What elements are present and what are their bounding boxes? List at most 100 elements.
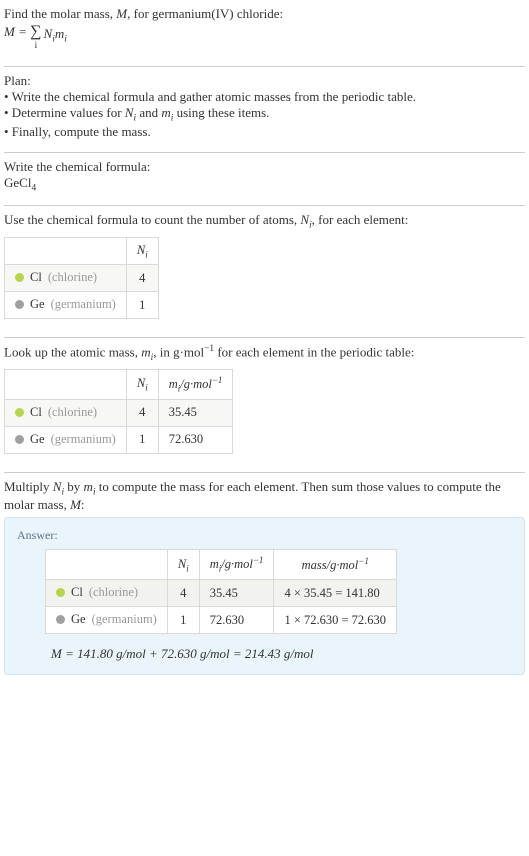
th-N: N — [178, 557, 186, 571]
mass-table: Ni mi/g·mol−1 Cl (chlorine) 4 35.45 Ge (… — [4, 369, 233, 454]
element-color-icon — [15, 408, 24, 417]
sigma-sub: i — [35, 41, 38, 50]
th-m: m — [210, 558, 219, 572]
formula-eq: = — [15, 24, 30, 39]
table-row: Ge (germanium) 1 — [5, 292, 159, 319]
formula-m-sub: i — [64, 35, 67, 45]
mass-text: Look up the atomic mass, mi, in g·mol−1 … — [4, 344, 525, 363]
count-value: 4 — [126, 265, 158, 292]
ans-m-value: 35.45 — [199, 580, 274, 607]
element-cell: Cl (chlorine) — [5, 265, 127, 292]
element-symbol: Ge — [30, 297, 45, 312]
final-eq: = 141.80 g/mol + 72.630 g/mol = 214.43 g… — [62, 646, 314, 661]
th-mass-exp: −1 — [358, 556, 369, 566]
chem-formula-base: GeCl — [4, 175, 31, 190]
mass-post: for each element in the periodic table: — [214, 345, 414, 360]
th-N-sub: i — [145, 383, 148, 393]
element-cell: Ge (germanium) — [5, 426, 127, 453]
sigma-icon: ∑ — [30, 24, 41, 40]
mass-m-value: 35.45 — [158, 399, 233, 426]
chemical-formula: GeCl4 — [4, 175, 525, 194]
count-th-empty — [5, 237, 127, 265]
formula-M: M — [4, 24, 15, 39]
ans-N-value: 4 — [167, 580, 199, 607]
count-table: Ni Cl (chlorine) 4 Ge (germanium) 1 — [4, 237, 159, 320]
plan-heading: Plan: — [4, 73, 525, 89]
compute-m: m — [84, 479, 93, 494]
answer-box: Answer: Ni mi/g·mol−1 mass/g·mol−1 Cl (c… — [4, 517, 525, 675]
element-symbol: Cl — [30, 405, 42, 420]
element-name: (germanium) — [51, 432, 116, 447]
table-row: Cl (chlorine) 4 35.45 — [5, 399, 233, 426]
plan-b2-and: and — [136, 105, 161, 120]
ans-th-N: Ni — [167, 550, 199, 580]
th-m-exp: −1 — [253, 555, 264, 565]
compute-mid1: by — [64, 479, 84, 494]
divider — [4, 472, 525, 473]
mass-N-value: 1 — [126, 426, 158, 453]
intro-text: Find the molar mass, — [4, 6, 116, 21]
count-post: , for each element: — [312, 212, 409, 227]
element-color-icon — [15, 435, 24, 444]
element-name: (chlorine) — [48, 405, 97, 420]
plan-b2-m: m — [161, 105, 170, 120]
table-row: Cl (chlorine) 4 — [5, 265, 159, 292]
element-name: (germanium) — [51, 297, 116, 312]
ans-th-mass: mass/g·mol−1 — [274, 550, 397, 580]
element-color-icon — [15, 273, 24, 282]
intro-M: M — [116, 6, 127, 21]
th-N: N — [137, 243, 145, 257]
plan-bullet-3: • Finally, compute the mass. — [4, 124, 525, 140]
mass-th-N: Ni — [126, 370, 158, 400]
th-m: m — [169, 377, 178, 391]
mass-th-m: mi/g·mol−1 — [158, 370, 233, 400]
element-symbol: Cl — [71, 585, 83, 600]
element-cell: Cl (chlorine) — [5, 399, 127, 426]
mass-pre: Look up the atomic mass, — [4, 345, 141, 360]
intro-text2: , for germanium(IV) chloride: — [127, 6, 283, 21]
compute-M: M — [70, 497, 81, 512]
answer-label: Answer: — [17, 528, 512, 543]
element-color-icon — [56, 588, 65, 597]
ans-m-value: 72.630 — [199, 607, 274, 634]
th-mass: mass/g·mol — [302, 558, 359, 572]
final-result: M = 141.80 g/mol + 72.630 g/mol = 214.43… — [45, 640, 512, 662]
mass-th-empty — [5, 370, 127, 400]
ans-mass-value: 4 × 35.45 = 141.80 — [274, 580, 397, 607]
plan-bullet-2: • Determine values for Ni and mi using t… — [4, 105, 525, 124]
answer-table: Ni mi/g·mol−1 mass/g·mol−1 Cl (chlorine)… — [45, 549, 397, 634]
th-N-sub: i — [186, 563, 189, 573]
mass-exp: −1 — [204, 344, 214, 354]
element-symbol: Cl — [30, 270, 42, 285]
formula-m: m — [55, 26, 64, 41]
count-value: 1 — [126, 292, 158, 319]
mass-mid: , in g·mol — [153, 345, 204, 360]
formula-N: N — [44, 26, 53, 41]
divider — [4, 152, 525, 153]
compute-pre: Multiply — [4, 479, 53, 494]
element-symbol: Ge — [30, 432, 45, 447]
ans-mass-value: 1 × 72.630 = 72.630 — [274, 607, 397, 634]
count-pre: Use the chemical formula to count the nu… — [4, 212, 300, 227]
mass-N-value: 4 — [126, 399, 158, 426]
ans-th-m: mi/g·mol−1 — [199, 550, 274, 580]
element-name: (chlorine) — [48, 270, 97, 285]
element-color-icon — [15, 300, 24, 309]
compute-text: Multiply Ni by mi to compute the mass fo… — [4, 479, 525, 514]
count-text: Use the chemical formula to count the nu… — [4, 212, 525, 231]
element-cell: Ge (germanium) — [46, 607, 168, 634]
table-row: Ge (germanium) 1 72.630 1 × 72.630 = 72.… — [46, 607, 397, 634]
element-symbol: Ge — [71, 612, 86, 627]
th-m-unit: /g·mol — [221, 558, 253, 572]
table-row: Ge (germanium) 1 72.630 — [5, 426, 233, 453]
element-cell: Cl (chlorine) — [46, 580, 168, 607]
compute-post: : — [81, 497, 85, 512]
element-name: (germanium) — [92, 612, 157, 627]
divider — [4, 66, 525, 67]
table-row: Cl (chlorine) 4 35.45 4 × 35.45 = 141.80 — [46, 580, 397, 607]
th-m-exp: −1 — [212, 375, 223, 385]
intro-line: Find the molar mass, M, for germanium(IV… — [4, 6, 525, 22]
th-N: N — [137, 376, 145, 390]
count-th-N: Ni — [126, 237, 158, 265]
ans-N-value: 1 — [167, 607, 199, 634]
